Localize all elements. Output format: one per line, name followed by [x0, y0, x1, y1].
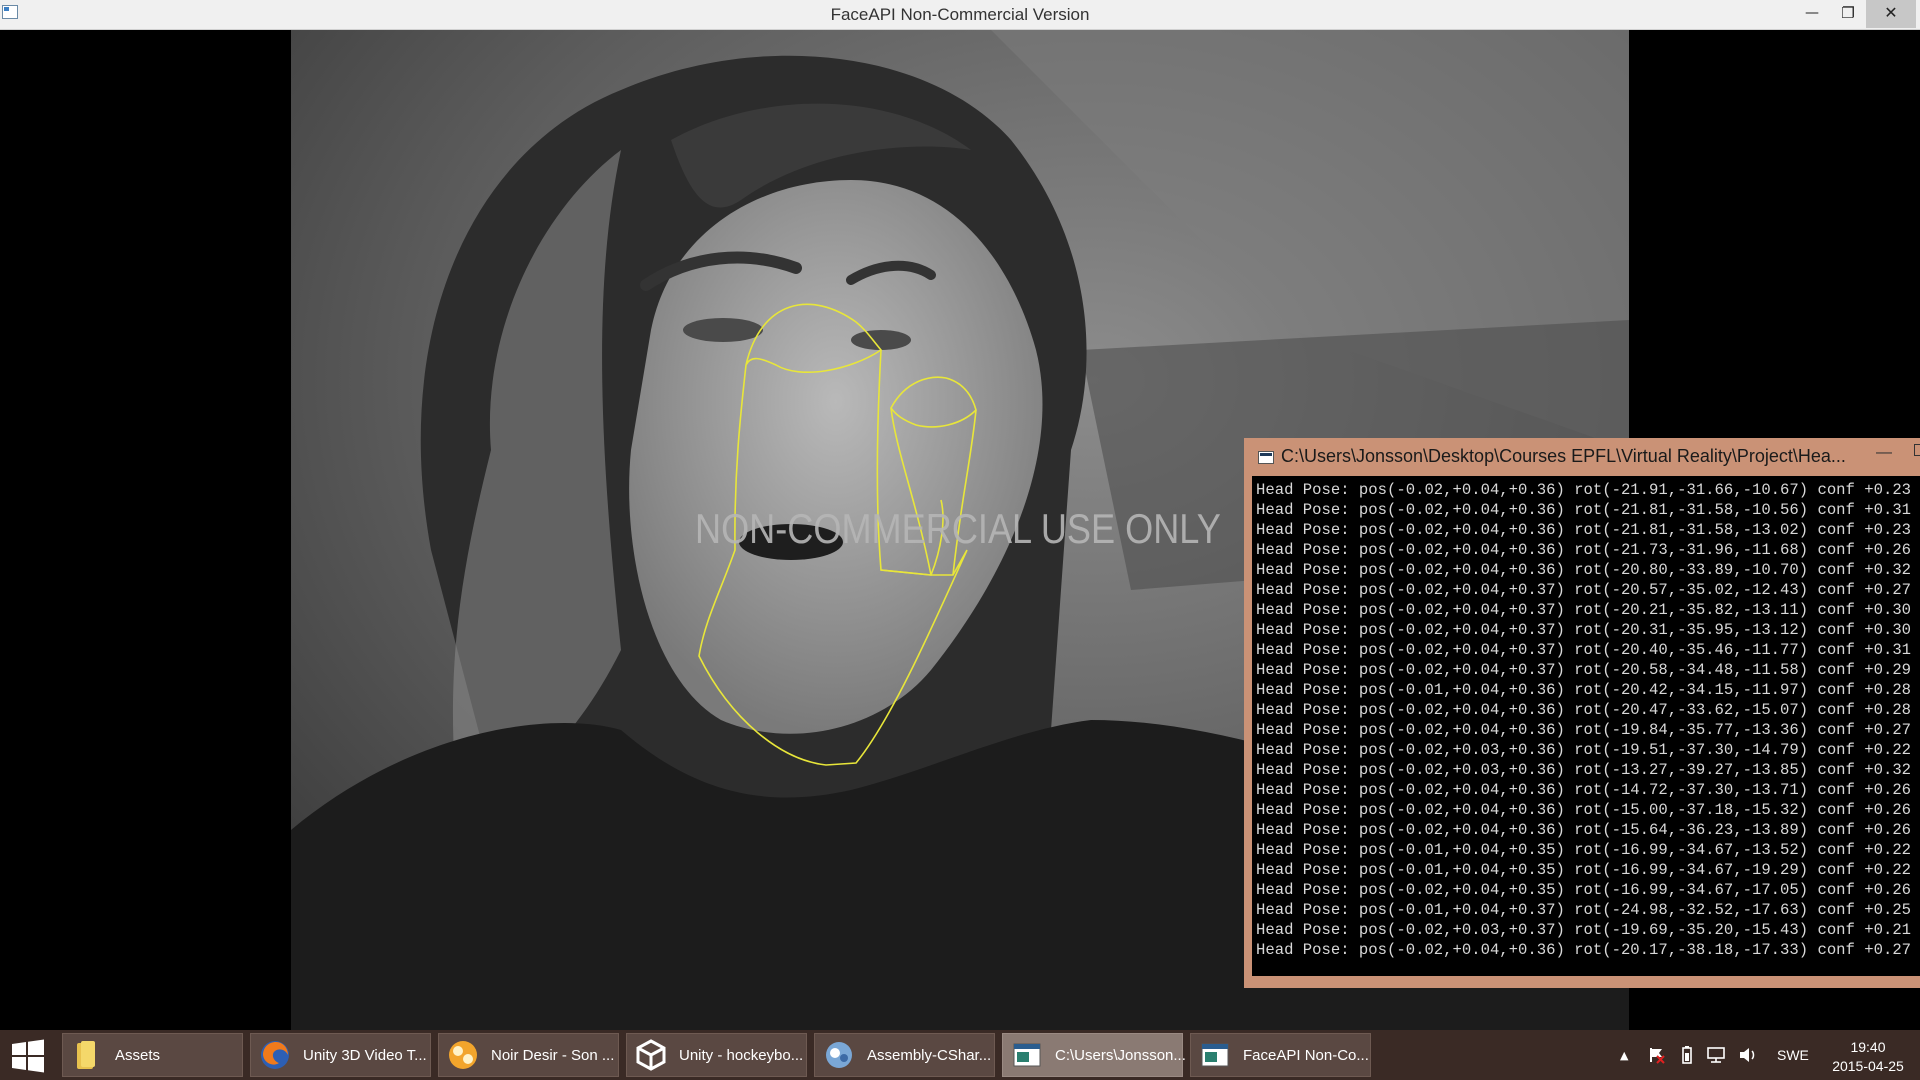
- console-log-line: Head Pose: pos(-0.02,+0.04,+0.37) rot(-2…: [1256, 641, 1912, 659]
- console-log-line: Head Pose: pos(-0.02,+0.04,+0.36) rot(-2…: [1256, 701, 1912, 719]
- taskbar-button-faceapi[interactable]: FaceAPI Non-Co...: [1190, 1033, 1371, 1077]
- console-log-line: Head Pose: pos(-0.02,+0.03,+0.37) rot(-1…: [1256, 921, 1912, 939]
- volume-icon[interactable]: [1738, 1046, 1758, 1064]
- close-button[interactable]: ✕: [1866, 0, 1916, 28]
- console-minimize-button[interactable]: —: [1876, 444, 1892, 462]
- faceapi-window-icon: [1201, 1043, 1229, 1067]
- network-icon[interactable]: [1706, 1046, 1726, 1064]
- console-title: C:\Users\Jonsson\Desktop\Courses EPFL\Vi…: [1281, 446, 1846, 466]
- console-log-line: Head Pose: pos(-0.02,+0.04,+0.36) rot(-2…: [1256, 541, 1912, 559]
- console-window-icon: [1013, 1043, 1041, 1067]
- windows-logo-icon[interactable]: [8, 1038, 48, 1074]
- console-log-line: Head Pose: pos(-0.02,+0.04,+0.36) rot(-2…: [1256, 481, 1912, 499]
- taskbar-button-firefox[interactable]: Unity 3D Video T...: [250, 1033, 431, 1077]
- console-log-line: Head Pose: pos(-0.02,+0.04,+0.36) rot(-2…: [1256, 941, 1912, 959]
- taskbar-label: Assets: [115, 1047, 161, 1064]
- taskbar: Assets Unity 3D Video T... Noir Desir - …: [0, 1030, 1920, 1080]
- minimize-button[interactable]: —: [1794, 0, 1830, 28]
- taskbar-label: FaceAPI Non-Co...: [1243, 1047, 1369, 1064]
- taskbar-label: C:\Users\Jonsson...: [1055, 1047, 1186, 1064]
- taskbar-button-assets[interactable]: Assets: [62, 1033, 243, 1077]
- console-log-line: Head Pose: pos(-0.02,+0.04,+0.36) rot(-2…: [1256, 501, 1912, 519]
- tray-overflow-button[interactable]: ▲: [1620, 1049, 1628, 1062]
- taskbar-button-unity[interactable]: Unity - hockeybo...: [626, 1033, 807, 1077]
- taskbar-button-music[interactable]: Noir Desir - Son ...: [438, 1033, 619, 1077]
- action-center-flag-icon[interactable]: [1648, 1046, 1666, 1064]
- console-log-line: Head Pose: pos(-0.02,+0.03,+0.36) rot(-1…: [1256, 761, 1912, 779]
- console-log-line: Head Pose: pos(-0.02,+0.04,+0.36) rot(-1…: [1256, 721, 1912, 739]
- console-log-line: Head Pose: pos(-0.02,+0.04,+0.37) rot(-2…: [1256, 661, 1912, 679]
- console-window-icon: [1258, 451, 1274, 464]
- taskbar-button-console[interactable]: C:\Users\Jonsson...: [1002, 1033, 1186, 1077]
- window-titlebar[interactable]: FaceAPI Non-Commercial Version — ❐ ✕: [0, 0, 1920, 30]
- console-log: Head Pose: pos(-0.02,+0.04,+0.36) rot(-2…: [1252, 476, 1920, 960]
- clock-time: 19:40: [1850, 1039, 1886, 1055]
- console-log-line: Head Pose: pos(-0.01,+0.04,+0.37) rot(-2…: [1256, 901, 1912, 919]
- vlc-music-icon: [449, 1041, 477, 1069]
- taskbar-label: Unity - hockeybo...: [679, 1047, 804, 1064]
- taskbar-label: Unity 3D Video T...: [303, 1047, 427, 1064]
- console-maximize-button[interactable]: [1914, 444, 1920, 456]
- console-log-line: Head Pose: pos(-0.02,+0.04,+0.37) rot(-2…: [1256, 581, 1912, 599]
- folder-icon: [77, 1041, 95, 1069]
- taskbar-button-monodevelop[interactable]: Assembly-CShar...: [814, 1033, 995, 1077]
- window-title: FaceAPI Non-Commercial Version: [830, 5, 1090, 24]
- console-log-line: Head Pose: pos(-0.02,+0.04,+0.36) rot(-1…: [1256, 781, 1912, 799]
- unity-icon: [636, 1039, 666, 1071]
- console-titlebar[interactable]: C:\Users\Jonsson\Desktop\Courses EPFL\Vi…: [1244, 438, 1920, 476]
- console-log-line: Head Pose: pos(-0.02,+0.04,+0.36) rot(-2…: [1256, 521, 1912, 539]
- monodevelop-icon: [826, 1042, 852, 1068]
- input-language-indicator[interactable]: SWE: [1777, 1047, 1809, 1063]
- non-commercial-watermark: NON-COMMERCIAL USE ONLY: [695, 505, 1221, 552]
- taskbar-label: Noir Desir - Son ...: [491, 1047, 615, 1064]
- taskbar-label: Assembly-CShar...: [867, 1047, 992, 1064]
- console-log-line: Head Pose: pos(-0.02,+0.04,+0.37) rot(-2…: [1256, 621, 1912, 639]
- console-log-line: Head Pose: pos(-0.02,+0.04,+0.36) rot(-1…: [1256, 801, 1912, 819]
- battery-icon[interactable]: [1678, 1045, 1696, 1065]
- console-log-line: Head Pose: pos(-0.01,+0.04,+0.36) rot(-2…: [1256, 681, 1912, 699]
- clock-date: 2015-04-25: [1832, 1058, 1904, 1074]
- maximize-button[interactable]: ❐: [1830, 0, 1866, 28]
- firefox-icon: [261, 1041, 289, 1069]
- console-log-line: Head Pose: pos(-0.02,+0.03,+0.36) rot(-1…: [1256, 741, 1912, 759]
- console-log-line: Head Pose: pos(-0.01,+0.04,+0.35) rot(-1…: [1256, 861, 1912, 879]
- console-log-line: Head Pose: pos(-0.02,+0.04,+0.36) rot(-2…: [1256, 561, 1912, 579]
- console-log-line: Head Pose: pos(-0.01,+0.04,+0.35) rot(-1…: [1256, 841, 1912, 859]
- system-clock[interactable]: 19:40 2015-04-25: [1820, 1038, 1916, 1076]
- console-log-line: Head Pose: pos(-0.02,+0.04,+0.35) rot(-1…: [1256, 881, 1912, 899]
- console-output[interactable]: Head Pose: pos(-0.02,+0.04,+0.36) rot(-2…: [1252, 476, 1920, 976]
- console-log-line: Head Pose: pos(-0.02,+0.04,+0.36) rot(-1…: [1256, 821, 1912, 839]
- console-window[interactable]: C:\Users\Jonsson\Desktop\Courses EPFL\Vi…: [1244, 438, 1920, 988]
- console-log-line: Head Pose: pos(-0.02,+0.04,+0.37) rot(-2…: [1256, 601, 1912, 619]
